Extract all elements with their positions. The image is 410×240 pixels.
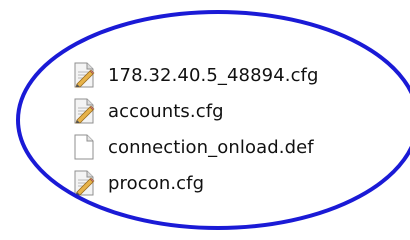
blank-file-icon — [73, 134, 95, 160]
config-file-icon — [73, 170, 95, 196]
list-item[interactable]: accounts.cfg — [73, 93, 403, 129]
file-name: procon.cfg — [108, 172, 205, 194]
file-name: accounts.cfg — [108, 100, 224, 122]
list-item[interactable]: connection_onload.def — [73, 129, 403, 165]
list-item[interactable]: 178.32.40.5_48894.cfg — [73, 57, 403, 93]
list-item[interactable]: procon.cfg — [73, 165, 403, 201]
file-name: connection_onload.def — [108, 136, 314, 158]
file-name: 178.32.40.5_48894.cfg — [108, 64, 319, 86]
file-list: 178.32.40.5_48894.cfg accounts.cfg conne… — [73, 57, 403, 201]
config-file-icon — [73, 98, 95, 124]
config-file-icon — [73, 62, 95, 88]
explorer-file-pane: 178.32.40.5_48894.cfg accounts.cfg conne… — [0, 0, 410, 240]
